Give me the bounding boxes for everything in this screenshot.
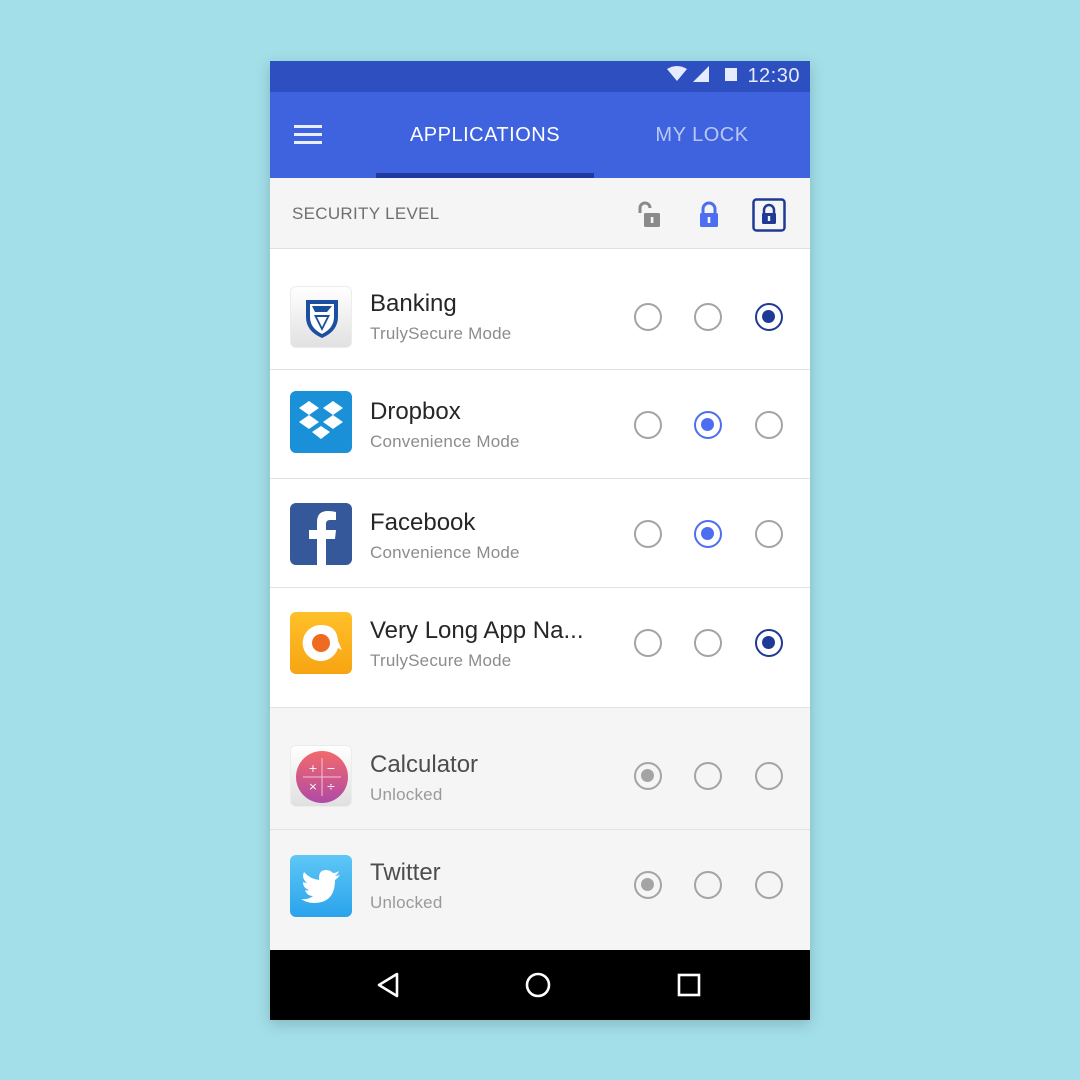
svg-text:−: − bbox=[326, 762, 335, 775]
app-name: Calculator bbox=[370, 751, 479, 778]
secure-lock-icon bbox=[752, 198, 786, 232]
list-item-facebook[interactable]: Facebook Convenience Mode bbox=[270, 479, 810, 588]
radio-truly-secure[interactable] bbox=[755, 871, 783, 899]
app-mode: Unlocked bbox=[370, 785, 443, 804]
svg-text:+: + bbox=[308, 762, 317, 775]
radio-convenience[interactable] bbox=[694, 871, 722, 899]
svg-text:÷: ÷ bbox=[326, 780, 335, 793]
list-item-very-long-app[interactable]: Very Long App Na... TrulySecure Mode bbox=[270, 588, 810, 708]
recents-icon[interactable] bbox=[659, 950, 719, 1020]
tab-applications[interactable]: APPLICATIONS bbox=[376, 92, 594, 178]
home-icon[interactable] bbox=[508, 950, 568, 1020]
list-item-calculator[interactable]: + − × ÷ Calculator Unlocked bbox=[270, 708, 810, 830]
app-name: Facebook bbox=[370, 509, 476, 536]
security-level-header: SECURITY LEVEL bbox=[270, 178, 810, 249]
radio-truly-secure[interactable] bbox=[755, 520, 783, 548]
menu-icon[interactable] bbox=[294, 125, 324, 147]
radio-convenience[interactable] bbox=[694, 411, 722, 439]
radio-unlocked[interactable] bbox=[634, 762, 662, 790]
radio-convenience[interactable] bbox=[694, 629, 722, 657]
radio-convenience[interactable] bbox=[694, 762, 722, 790]
radio-convenience[interactable] bbox=[694, 520, 722, 548]
app-mode: TrulySecure Mode bbox=[370, 324, 512, 343]
lock-icon bbox=[692, 198, 726, 232]
app-name: Very Long App Na... bbox=[370, 617, 584, 644]
dropbox-icon bbox=[290, 391, 352, 453]
radio-convenience[interactable] bbox=[694, 303, 722, 331]
radio-truly-secure[interactable] bbox=[755, 762, 783, 790]
app-mode: Convenience Mode bbox=[370, 432, 520, 451]
status-bar: 12:30 bbox=[270, 61, 810, 92]
navigation-bar bbox=[270, 950, 810, 1020]
radio-unlocked[interactable] bbox=[634, 520, 662, 548]
banking-icon bbox=[290, 286, 352, 348]
security-level-label: SECURITY LEVEL bbox=[292, 204, 440, 223]
list-item-banking[interactable]: Banking TrulySecure Mode bbox=[270, 249, 810, 370]
app-mode: TrulySecure Mode bbox=[370, 651, 512, 670]
back-icon[interactable] bbox=[358, 950, 418, 1020]
signal-icon bbox=[693, 66, 710, 87]
radio-truly-secure[interactable] bbox=[755, 629, 783, 657]
app-bar: APPLICATIONS MY LOCK bbox=[270, 92, 810, 178]
calculator-icon: + − × ÷ bbox=[290, 745, 352, 807]
unlocked-icon bbox=[632, 198, 666, 232]
twitter-icon bbox=[290, 855, 352, 917]
list-item-twitter[interactable]: Twitter Unlocked bbox=[270, 830, 810, 950]
app-mode: Unlocked bbox=[370, 893, 443, 912]
list-item-dropbox[interactable]: Dropbox Convenience Mode bbox=[270, 370, 810, 479]
orange-chat-icon bbox=[290, 612, 352, 674]
facebook-icon bbox=[290, 503, 352, 565]
svg-text:×: × bbox=[308, 780, 317, 793]
tab-my-lock[interactable]: MY LOCK bbox=[594, 92, 810, 178]
radio-truly-secure[interactable] bbox=[755, 303, 783, 331]
app-mode: Convenience Mode bbox=[370, 543, 520, 562]
status-time: 12:30 bbox=[747, 65, 800, 87]
app-name: Banking bbox=[370, 290, 457, 317]
battery-icon bbox=[725, 67, 738, 86]
radio-unlocked[interactable] bbox=[634, 303, 662, 331]
phone-screen: 12:30 APPLICATIONS MY LOCK SECURITY LEVE… bbox=[270, 61, 810, 1020]
radio-unlocked[interactable] bbox=[634, 629, 662, 657]
radio-truly-secure[interactable] bbox=[755, 411, 783, 439]
radio-unlocked[interactable] bbox=[634, 871, 662, 899]
radio-unlocked[interactable] bbox=[634, 411, 662, 439]
app-name: Twitter bbox=[370, 859, 441, 886]
app-name: Dropbox bbox=[370, 398, 461, 425]
wifi-icon bbox=[667, 66, 688, 87]
